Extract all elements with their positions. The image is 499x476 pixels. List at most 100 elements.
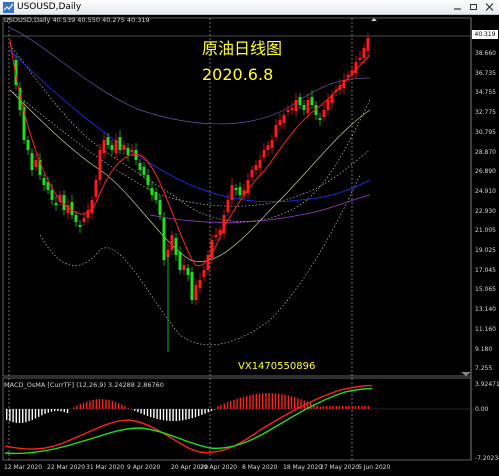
macd-hist-bar: [25, 409, 27, 423]
watermark-text: VX1470550896: [238, 361, 316, 372]
macd-hist-bar: [73, 407, 75, 409]
candle-body: [190, 272, 194, 300]
macd-hist-bar: [66, 409, 69, 414]
restore-icon[interactable]: [467, 1, 480, 13]
price-axis-label: 36.735: [475, 69, 496, 77]
candle-body: [182, 265, 186, 270]
macd-hist-bar: [281, 394, 283, 409]
minimize-icon[interactable]: [451, 1, 464, 13]
macd-hist-bar: [354, 406, 357, 409]
price-axis-label: 17.045: [475, 266, 496, 274]
ma-purple: [149, 194, 371, 223]
macd-hist-bar: [166, 409, 168, 421]
macd-hist-bar: [316, 405, 318, 409]
candle-body: [98, 150, 102, 180]
ma-blue: [9, 49, 371, 203]
candle-body: [238, 187, 242, 195]
macd-hist-bar: [57, 409, 59, 412]
candle-body: [186, 268, 190, 275]
macd-hist-bar: [329, 406, 331, 409]
window-titlebar: USOUSD,Daily: [0, 0, 499, 15]
macd-hist-bar: [18, 409, 21, 423]
candle-body: [318, 118, 322, 120]
candle-body: [310, 97, 314, 105]
macd-hist-bar: [258, 393, 261, 409]
date-axis-label: 12 Mar 2020: [4, 464, 43, 471]
price-axis-label: 32.775: [475, 109, 496, 117]
macd-hist-bar: [9, 409, 11, 422]
candle-body: [42, 178, 46, 185]
macd-hist-bar: [342, 406, 344, 409]
macd-hist-bar: [82, 402, 85, 409]
date-axis-label: 29 Apr 2020: [200, 464, 238, 471]
macd-hist-bar: [345, 406, 347, 409]
macd-hist-bar: [188, 409, 190, 419]
chart-shift-icon[interactable]: [461, 372, 471, 376]
candle-body: [262, 150, 266, 157]
candle-body: [114, 140, 118, 153]
price-axis-label: 13.140: [475, 306, 496, 314]
overlay-title: 原油日线图: [202, 39, 283, 58]
macd-hist-bar: [137, 409, 139, 413]
candle-body: [286, 110, 290, 112]
candle-body: [110, 145, 114, 150]
macd-hist-bar: [172, 409, 174, 421]
candle-body: [290, 108, 294, 110]
candle-body: [150, 188, 154, 195]
macd-hist-bar: [319, 406, 321, 409]
candle-body: [214, 235, 218, 237]
candle-body: [138, 163, 142, 170]
macd-hist-bar: [47, 409, 49, 413]
macd-hist-bar: [108, 399, 110, 409]
macd-hist-bar: [31, 409, 33, 420]
macd-hist-bar: [274, 393, 277, 409]
macd-hist-bar: [223, 403, 225, 409]
macd-hist-bar: [332, 406, 334, 409]
macd-hist-bar: [105, 399, 107, 409]
date-axis-label: 9 Apr 2020: [127, 464, 161, 471]
macd-hist-bar: [338, 406, 341, 409]
macd-hist-bar: [28, 409, 30, 422]
macd-hist-bar: [348, 406, 350, 409]
candle-body: [294, 100, 298, 111]
price-axis-label: 30.795: [475, 128, 496, 136]
macd-hist-bar: [255, 393, 257, 409]
macd-hist-bar: [271, 393, 273, 409]
candle-body: [54, 203, 58, 205]
close-icon[interactable]: [483, 1, 496, 13]
candle-body: [78, 225, 82, 227]
macd-hist-bar: [210, 409, 213, 411]
candle-body: [106, 137, 110, 145]
macd-hist-bar: [361, 406, 363, 409]
candle-body: [118, 137, 122, 150]
macd-panel-frame: [2, 377, 472, 461]
candle-body: [94, 180, 98, 197]
candle-body: [278, 120, 282, 125]
scroll-marker-icon[interactable]: [371, 18, 377, 21]
macd-hist-bar: [146, 409, 149, 416]
macd-hist-bar: [236, 398, 238, 409]
macd-hist-bar: [127, 407, 129, 409]
macd-hist-bar: [351, 406, 353, 409]
candle-body: [174, 238, 178, 255]
macd-hist-bar: [290, 396, 293, 409]
macd-axis-label: -7.20234: [475, 455, 499, 462]
macd-hist-bar: [182, 409, 184, 421]
candle-body: [130, 150, 134, 152]
price-axis-label: 38.660: [475, 50, 496, 57]
macd-hist-bar: [358, 406, 360, 409]
candle-body: [326, 100, 330, 110]
macd-indicator-label: MACD_OsMA [CurrTF] (12,26,9) 3.24288 2.8…: [4, 381, 164, 389]
macd-hist-bar: [86, 401, 88, 409]
macd-hist-bar: [92, 399, 94, 409]
macd-hist-bar: [143, 409, 145, 415]
candle-body: [142, 167, 146, 175]
price-axis-label: 26.890: [475, 168, 496, 176]
macd-hist-bar: [198, 409, 200, 417]
window-title: USOUSD,Daily: [17, 2, 82, 12]
macd-hist-bar: [76, 405, 78, 409]
price-axis-label: 28.870: [475, 148, 496, 156]
macd-hist-bar: [326, 406, 328, 409]
macd-hist-bar: [194, 409, 197, 418]
macd-hist-bar: [111, 400, 113, 409]
